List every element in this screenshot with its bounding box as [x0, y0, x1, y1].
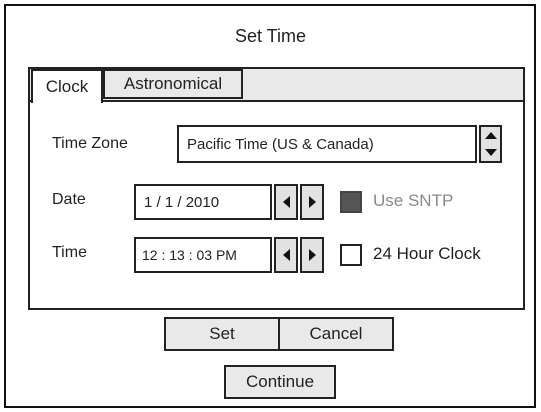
set-button[interactable]: Set — [164, 317, 280, 351]
date-field[interactable]: 1 / 1 / 2010 — [134, 184, 272, 220]
cancel-button[interactable]: Cancel — [278, 317, 394, 351]
triangle-right-icon — [308, 249, 316, 261]
tab-clock[interactable]: Clock — [31, 69, 103, 103]
timezone-up-button[interactable] — [481, 127, 500, 145]
timezone-spinner — [479, 125, 502, 163]
tab-astronomical[interactable]: Astronomical — [103, 69, 243, 99]
timezone-select[interactable]: Pacific Time (US & Canada) — [177, 125, 477, 163]
time-label: Time — [52, 244, 87, 261]
time-prev-button[interactable] — [274, 237, 298, 273]
timezone-label: Time Zone — [52, 135, 128, 152]
triangle-down-icon — [484, 149, 497, 156]
hour24-checkbox[interactable] — [340, 244, 362, 266]
triangle-up-icon — [484, 132, 497, 139]
triangle-left-icon — [282, 249, 290, 261]
timezone-down-button[interactable] — [481, 144, 500, 161]
continue-button[interactable]: Continue — [224, 365, 336, 399]
time-field[interactable]: 12 : 13 : 03 PM — [134, 237, 272, 273]
date-label: Date — [52, 191, 86, 208]
dialog-title: Set Time — [234, 26, 307, 46]
hour24-label: 24 Hour Clock — [373, 244, 481, 263]
use-sntp-label: Use SNTP — [373, 191, 454, 210]
triangle-right-icon — [308, 196, 316, 208]
date-next-button[interactable] — [300, 184, 324, 220]
use-sntp-checkbox[interactable] — [340, 191, 362, 213]
triangle-left-icon — [282, 196, 290, 208]
time-next-button[interactable] — [300, 237, 324, 273]
date-prev-button[interactable] — [274, 184, 298, 220]
